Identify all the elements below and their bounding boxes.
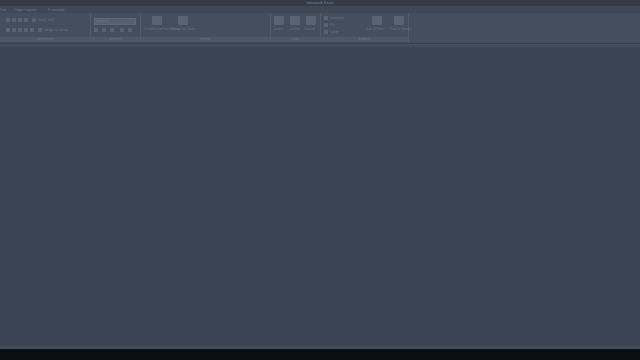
number-group-label: Number (90, 37, 140, 42)
align-top-icon[interactable] (6, 18, 10, 22)
number-group: General Number (90, 14, 141, 42)
increase-decimal-icon[interactable] (120, 28, 124, 32)
percent-icon[interactable] (102, 28, 106, 32)
tab-page-layout[interactable]: Page Layout (14, 6, 36, 13)
comma-style-icon[interactable] (110, 28, 114, 32)
insert-cells-button[interactable]: Insert (274, 27, 283, 31)
align-bottom-icon[interactable] (18, 18, 22, 22)
number-format-value: General (96, 19, 109, 23)
sort-filter-button[interactable]: Sort & Filter (366, 27, 384, 31)
sort-filter-icon[interactable] (372, 16, 382, 25)
format-as-table-icon[interactable] (178, 16, 188, 25)
increase-indent-icon[interactable] (30, 28, 34, 32)
tab-formulas[interactable]: Formulas (48, 6, 65, 13)
fill-button[interactable]: Fill (330, 23, 334, 27)
autosum-icon[interactable] (324, 16, 328, 20)
decrease-decimal-icon[interactable] (128, 28, 132, 32)
align-center-icon[interactable] (12, 28, 16, 32)
ribbon: Wrap Text Merge & Center Alignment Gener… (0, 13, 640, 44)
window-title: Microsoft Excel (306, 0, 334, 5)
cells-group: Insert Delete Format Cells (270, 14, 321, 42)
format-cells-button[interactable]: Format (304, 27, 315, 31)
editing-group-label: Editing (320, 37, 408, 42)
orientation-icon[interactable] (24, 18, 28, 22)
tab-file[interactable]: File (0, 6, 6, 13)
clear-icon[interactable] (324, 30, 328, 34)
format-as-table-button[interactable]: Format as Table (170, 27, 195, 31)
styles-group: Conditional Formatting Format as Table S… (140, 14, 271, 42)
conditional-formatting-icon[interactable] (152, 16, 162, 25)
insert-cells-icon[interactable] (274, 16, 284, 25)
currency-icon[interactable] (94, 28, 98, 32)
cells-group-label: Cells (270, 37, 320, 42)
delete-cells-icon[interactable] (290, 16, 300, 25)
align-left-icon[interactable] (6, 28, 10, 32)
autosum-button[interactable]: AutoSum (330, 16, 344, 20)
alignment-group-label: Alignment (0, 37, 90, 42)
find-select-icon[interactable] (394, 16, 404, 25)
decrease-indent-icon[interactable] (24, 28, 28, 32)
align-middle-icon[interactable] (12, 18, 16, 22)
number-format-combo[interactable]: General (94, 18, 136, 25)
ribbon-tabs: File Page Layout Formulas (0, 6, 640, 13)
delete-cells-button[interactable]: Delete (290, 27, 300, 31)
merge-center-button[interactable]: Merge & Center (44, 28, 69, 32)
find-select-button[interactable]: Find & Select (390, 27, 411, 31)
styles-group-label: Styles (140, 37, 270, 42)
wrap-text-icon[interactable] (32, 18, 36, 22)
merge-center-icon[interactable] (38, 28, 42, 32)
editing-group: AutoSum Fill Clear Sort & Filter Find & … (320, 14, 411, 42)
worksheet-area[interactable] (0, 47, 640, 348)
wrap-text-button[interactable]: Wrap Text (38, 18, 54, 22)
alignment-group: Wrap Text Merge & Center Alignment (0, 14, 91, 42)
format-cells-icon[interactable] (306, 16, 316, 25)
clear-button[interactable]: Clear (330, 30, 338, 34)
align-right-icon[interactable] (18, 28, 22, 32)
fill-icon[interactable] (324, 23, 328, 27)
taskbar (0, 349, 640, 360)
